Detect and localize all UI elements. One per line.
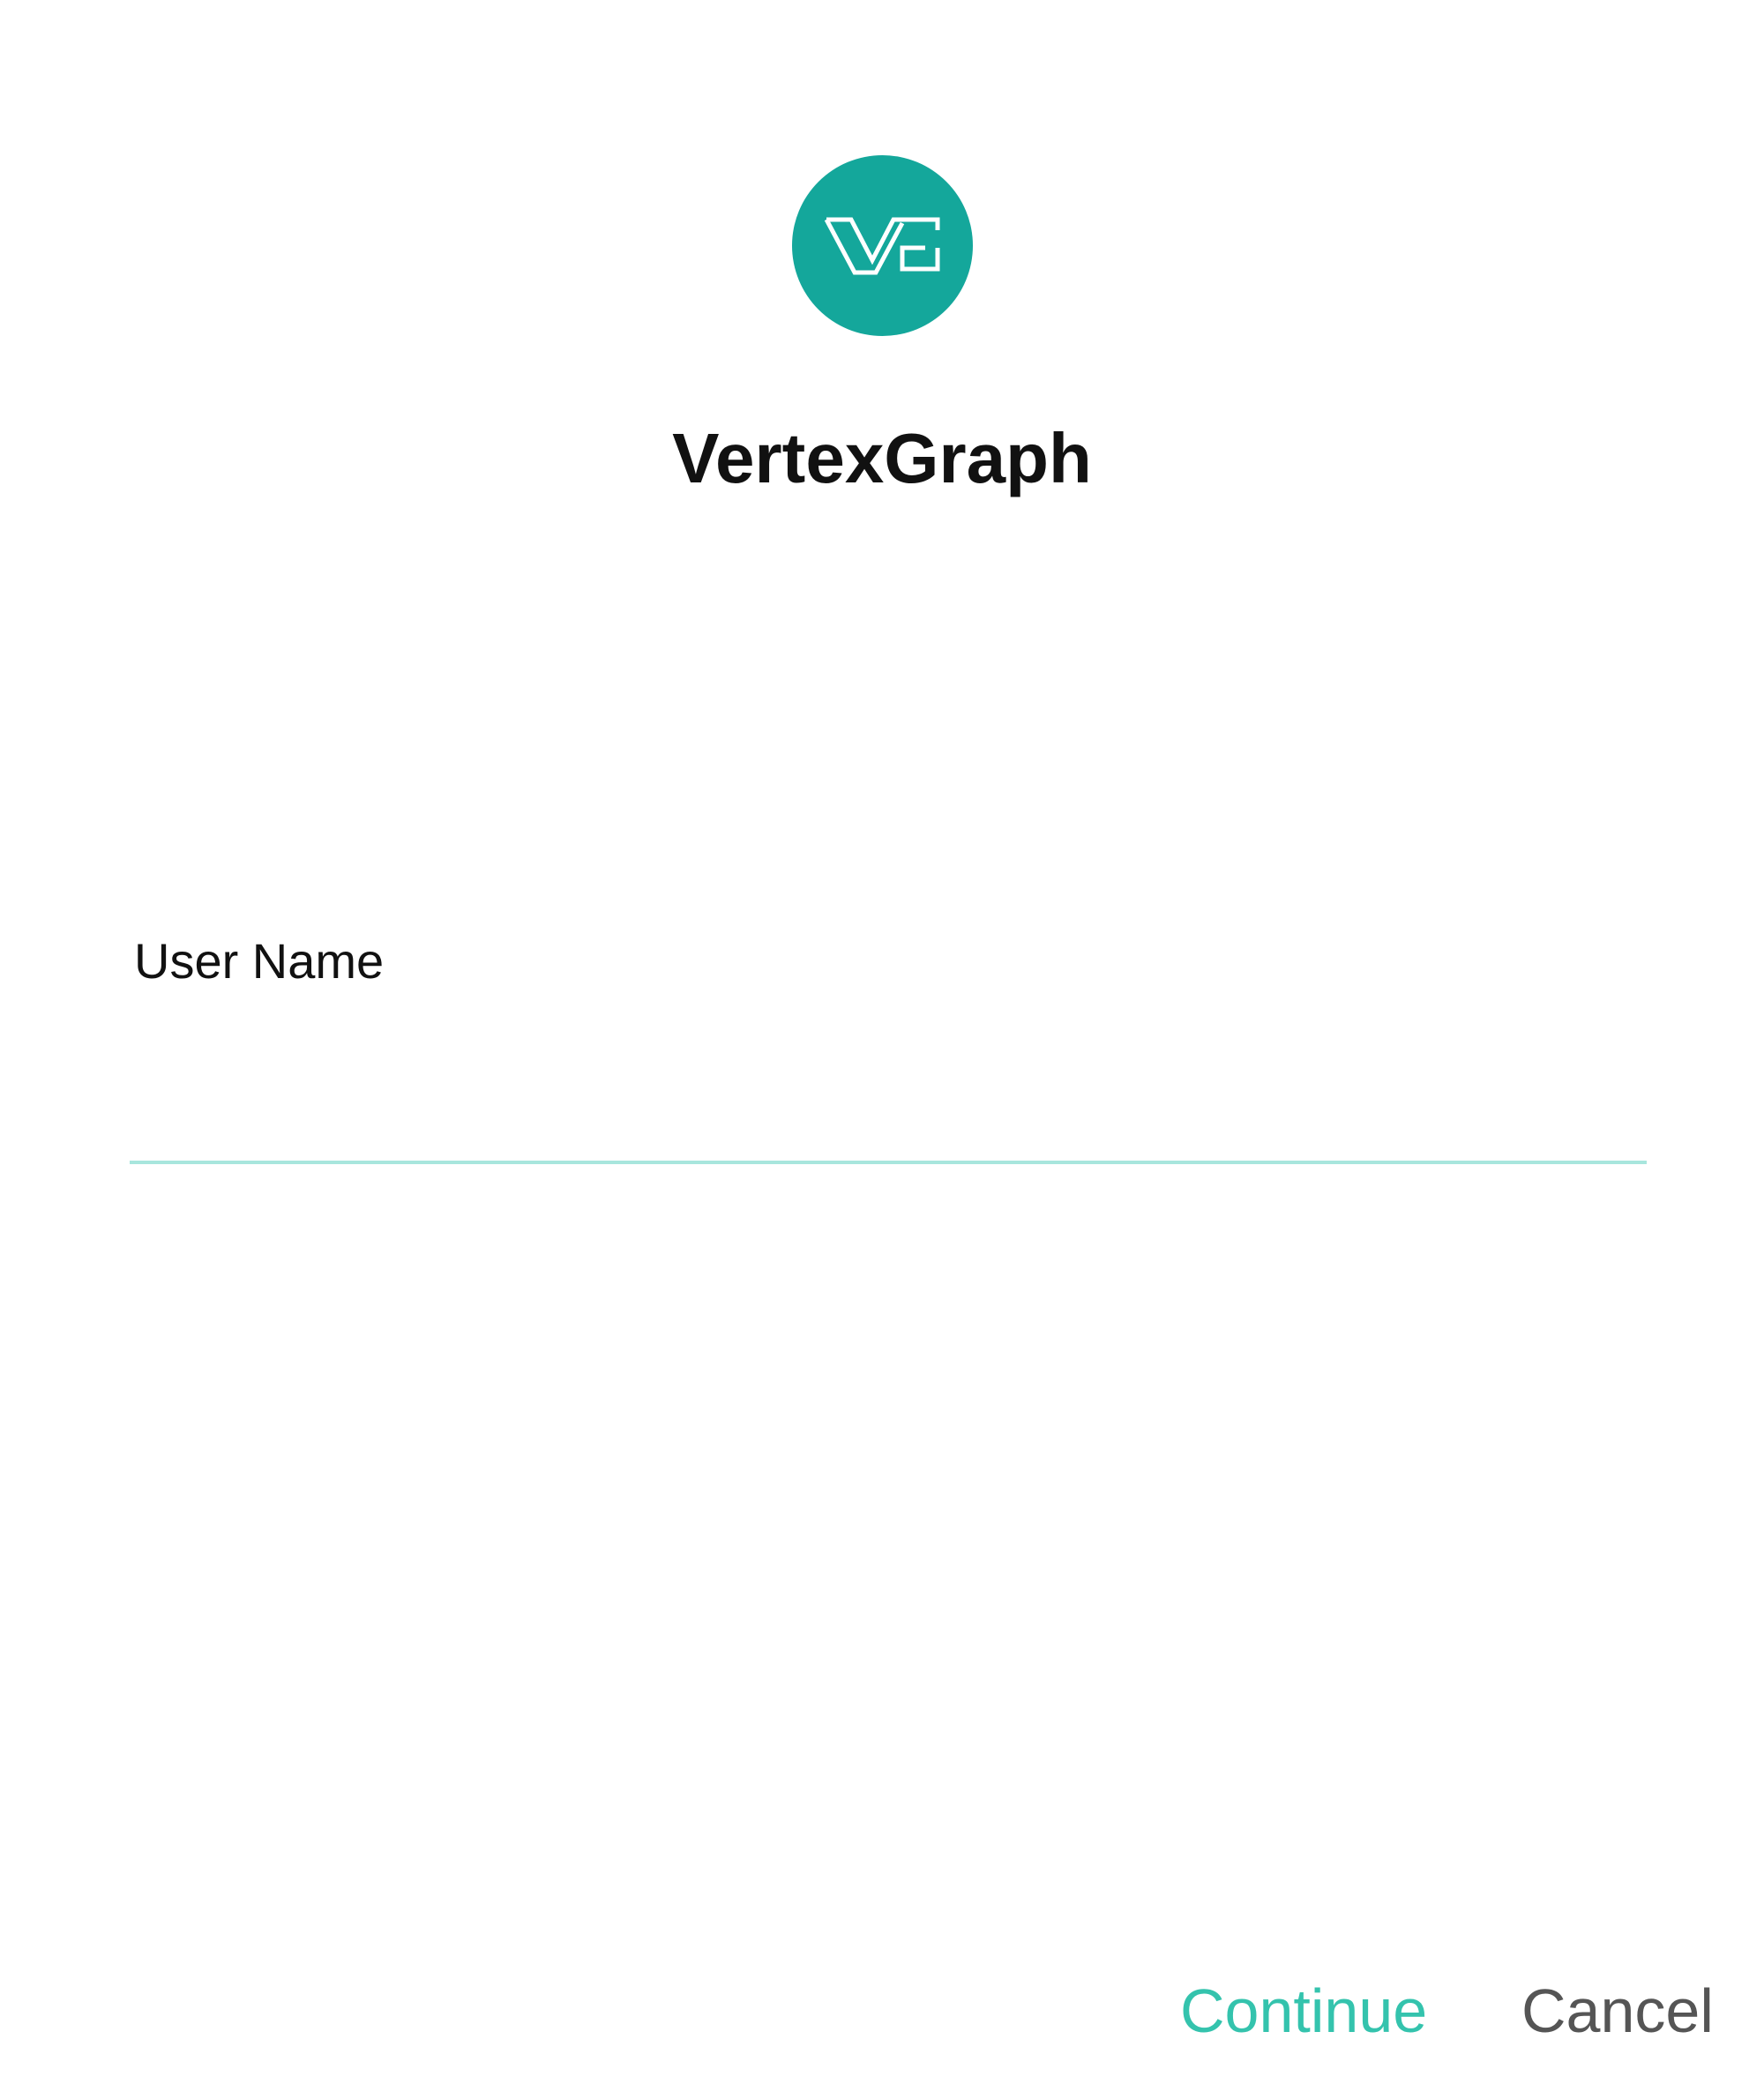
app-logo [792,155,973,336]
cancel-button[interactable]: Cancel [1521,1971,1714,2050]
app-title: VertexGraph [672,419,1092,497]
username-input[interactable] [130,1041,1647,1164]
continue-button[interactable]: Continue [1180,1971,1427,2050]
vg-logo-icon [824,217,939,274]
username-label: User Name [134,933,385,989]
